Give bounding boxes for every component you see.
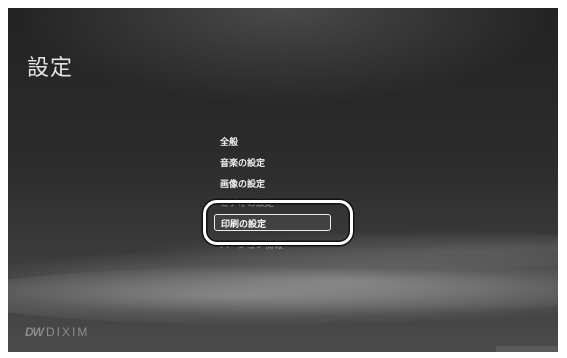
menu-item-music-settings[interactable]: 音楽の設定	[220, 156, 265, 169]
dixim-logo: DW DIXIM	[25, 325, 89, 339]
menu-item-version-info[interactable]: バージョン情報	[220, 238, 283, 251]
menu-item-label: 印刷の設定	[221, 220, 267, 230]
menu-item-video-settings[interactable]: ビデオの設定	[220, 196, 274, 209]
logo-text: DIXIM	[46, 325, 90, 339]
status-bar	[496, 346, 558, 352]
settings-screen: 設定 全般 音楽の設定 画像の設定 ビデオの設定 印刷の設定 バージョン情報 D…	[8, 8, 558, 352]
menu-item-general[interactable]: 全般	[220, 135, 238, 148]
menu-item-image-settings[interactable]: 画像の設定	[220, 177, 265, 190]
logo-mark: DW	[25, 325, 44, 339]
menu-item-print-settings[interactable]: 印刷の設定	[214, 214, 331, 231]
background-wave	[8, 246, 558, 316]
page-title: 設定	[27, 56, 74, 81]
background-wave	[128, 230, 558, 270]
background-wave	[8, 266, 558, 326]
